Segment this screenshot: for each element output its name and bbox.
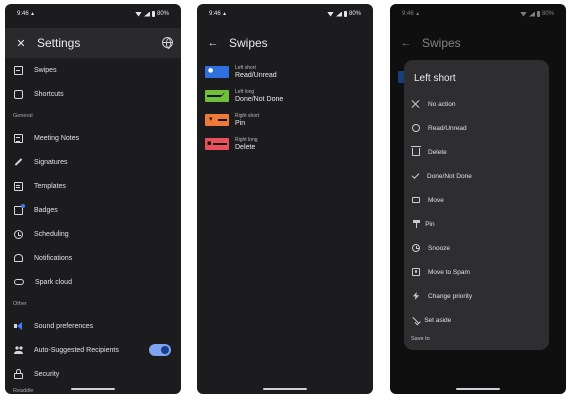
settings-item-shortcuts[interactable]: Shortcuts — [5, 82, 181, 106]
battery-icon — [343, 11, 347, 17]
check-icon — [411, 171, 420, 179]
people-icon — [14, 345, 23, 355]
swipe-action: Pin — [235, 120, 246, 127]
swipe-action-dialog-screen: 9:46 80% ← Swipes Left short Left short … — [390, 4, 566, 394]
swipes-app-bar: ← Swipes — [197, 28, 373, 58]
swipe-kind: Left short — [235, 65, 256, 71]
clock-icon — [412, 244, 420, 252]
status-bar: 9:46 80% — [197, 4, 373, 24]
gesture-nav-bar[interactable] — [456, 388, 500, 390]
swipe-kind: Right long — [235, 137, 258, 143]
notes-icon — [14, 133, 23, 143]
status-icons: 80% — [326, 11, 361, 17]
toggle-knob — [161, 346, 169, 354]
battery-icon — [151, 11, 155, 17]
lock-icon — [14, 368, 23, 379]
gesture-nav-bar[interactable] — [263, 388, 307, 390]
pen-icon — [14, 158, 23, 166]
auto-suggest-toggle[interactable] — [149, 344, 171, 356]
swipes-icon — [14, 65, 23, 75]
trash-icon — [411, 146, 421, 156]
shortcuts-icon — [14, 89, 23, 99]
option-read-unread[interactable]: Read/Unread — [404, 116, 549, 140]
clock-icon — [14, 229, 23, 239]
wifi-icon — [326, 11, 334, 17]
settings-item-meeting-notes[interactable]: Meeting Notes — [5, 126, 181, 150]
close-icon[interactable]: ✕ — [13, 37, 29, 50]
settings-item-swipes[interactable]: Swipes — [5, 58, 181, 82]
cloud-icon — [14, 279, 24, 285]
swipe-kind: Right short — [235, 113, 260, 119]
left-long-swatch-icon: ✓ — [205, 90, 229, 102]
gesture-nav-bar[interactable] — [71, 388, 115, 390]
swipes-screen: 9:46 80% ← Swipes ● Left short Read/Unre… — [197, 4, 373, 394]
back-arrow-icon[interactable]: ← — [205, 37, 221, 49]
bell-icon — [14, 254, 23, 262]
option-no-action[interactable]: No action — [404, 92, 549, 116]
section-header-peek: Readdle — [13, 388, 34, 394]
settings-item-sound-preferences[interactable]: Sound preferences — [5, 314, 181, 338]
status-bar: 9:46 80% — [5, 4, 181, 24]
option-move-to-spam[interactable]: Move to Spam — [404, 260, 549, 284]
swipe-action: Done/Not Done — [235, 96, 284, 103]
wifi-icon — [134, 11, 142, 17]
right-long-swatch-icon: ▪ — [205, 138, 229, 150]
badge-icon — [14, 203, 25, 215]
status-time: 9:46 — [17, 11, 35, 17]
folder-icon — [412, 197, 420, 203]
save-to-label: Save to — [411, 336, 430, 342]
page-title: Settings — [37, 36, 81, 50]
speaker-icon — [14, 321, 23, 331]
option-snooze[interactable]: Snooze — [404, 236, 549, 260]
battery-level: 80% — [348, 11, 361, 17]
settings-item-spark-cloud[interactable]: Spark cloud — [5, 270, 181, 294]
spam-icon — [412, 268, 420, 276]
option-set-aside[interactable]: Set aside — [404, 308, 549, 332]
settings-list: Swipes Shortcuts General Meeting Notes S… — [5, 58, 181, 386]
pin-icon — [412, 220, 421, 228]
option-delete[interactable]: Delete — [404, 140, 549, 164]
settings-item-notifications[interactable]: Notifications — [5, 246, 181, 270]
settings-screen: 9:46 80% ✕ Settings Swipes Shortcuts Gen… — [5, 4, 181, 394]
settings-item-scheduling[interactable]: Scheduling — [5, 222, 181, 246]
swipe-row-right-long[interactable]: ▪ Right long Delete — [197, 132, 373, 156]
section-header-other: Other — [13, 301, 27, 307]
option-move[interactable]: Move — [404, 188, 549, 212]
swipe-row-right-short[interactable]: ▾ Right short Pin — [197, 108, 373, 132]
right-short-swatch-icon: ▾ — [205, 114, 229, 126]
swipe-row-left-short[interactable]: ● Left short Read/Unread — [197, 60, 373, 84]
swipe-options-list: ● Left short Read/Unread ✓ Left long Don… — [197, 60, 373, 156]
option-done-not-done[interactable]: Done/Not Done — [404, 164, 549, 188]
option-change-priority[interactable]: Change priority — [404, 284, 549, 308]
swipe-kind: Left long — [235, 89, 255, 95]
left-short-dialog: Left short No action Read/Unread Delete … — [404, 60, 549, 350]
settings-app-bar: ✕ Settings — [5, 28, 181, 58]
settings-item-auto-suggested-recipients[interactable]: Auto-Suggested Recipients — [5, 338, 181, 362]
settings-item-security[interactable]: Security — [5, 362, 181, 386]
page-title: Swipes — [229, 36, 268, 50]
section-header-general: General — [13, 113, 33, 119]
template-icon — [14, 181, 23, 191]
set-aside-icon — [412, 316, 419, 324]
status-icons: 80% — [134, 11, 169, 17]
dialog-title: Left short — [414, 73, 456, 84]
globe-icon[interactable] — [162, 37, 173, 49]
swipe-action: Read/Unread — [235, 72, 277, 79]
close-icon — [412, 100, 420, 108]
battery-level: 80% — [156, 11, 169, 17]
settings-item-badges[interactable]: Badges — [5, 198, 181, 222]
swipe-action: Delete — [235, 144, 256, 151]
signal-icon — [143, 11, 150, 17]
swipe-row-left-long[interactable]: ✓ Left long Done/Not Done — [197, 84, 373, 108]
settings-item-templates[interactable]: Templates — [5, 174, 181, 198]
left-short-swatch-icon: ● — [205, 66, 229, 78]
signal-icon — [335, 11, 342, 17]
bolt-icon — [412, 292, 420, 300]
status-time: 9:46 — [209, 11, 227, 17]
dialog-options: No action Read/Unread Delete Done/Not Do… — [404, 92, 549, 332]
settings-item-signatures[interactable]: Signatures — [5, 150, 181, 174]
circle-icon — [412, 124, 420, 132]
option-pin[interactable]: Pin — [404, 212, 549, 236]
